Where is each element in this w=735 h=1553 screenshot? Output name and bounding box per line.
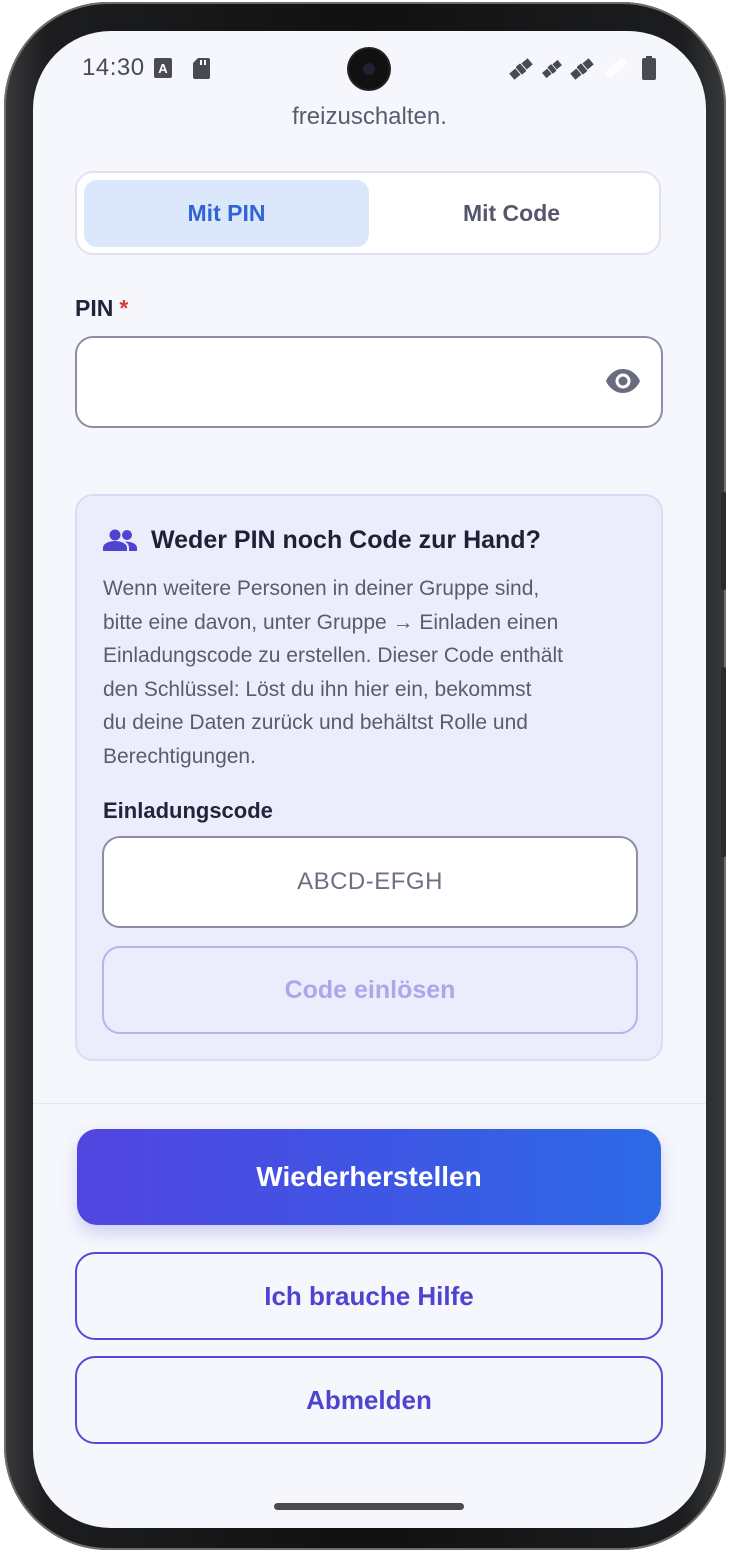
- invite-code-input[interactable]: ABCD-EFGH: [102, 836, 638, 928]
- satellite-off-icon: [605, 58, 627, 78]
- home-indicator[interactable]: [274, 1503, 464, 1510]
- redeem-code-button[interactable]: Code einlösen: [102, 946, 638, 1034]
- tab-mit-pin[interactable]: Mit PIN: [84, 180, 369, 247]
- pin-input[interactable]: [75, 336, 663, 428]
- need-help-button[interactable]: Ich brauche Hilfe: [75, 1252, 663, 1340]
- keyboard-a-icon: A: [154, 58, 172, 78]
- required-marker: *: [119, 295, 129, 321]
- status-bar: 14:30 A: [33, 31, 706, 107]
- battery-icon: [642, 56, 656, 80]
- power-button: [721, 667, 726, 857]
- satellite-icon: [570, 58, 594, 80]
- pin-label-text: PIN: [75, 295, 114, 321]
- screen: 14:30 A freizuschalten. Mit PIN Mit Code…: [33, 31, 706, 1528]
- divider: [33, 1103, 706, 1104]
- help-card-title: Weder PIN noch Code zur Hand?: [151, 526, 541, 554]
- instruction-text-tail: freizuschalten.: [292, 103, 447, 130]
- status-time: 14:30: [82, 54, 145, 81]
- pin-label: PIN *: [75, 295, 128, 322]
- eye-icon[interactable]: [605, 368, 641, 394]
- front-camera: [349, 49, 389, 89]
- help-card-text: Wenn weitere Personen in deiner Gruppe s…: [103, 572, 633, 774]
- volume-button: [721, 492, 726, 590]
- invite-code-label: Einladungscode: [103, 798, 273, 823]
- svg-text:A: A: [158, 61, 168, 76]
- satellite-icon: [509, 58, 533, 80]
- logout-button[interactable]: Abmelden: [75, 1356, 663, 1444]
- help-card: Weder PIN noch Code zur Hand? Wenn weite…: [75, 494, 663, 1061]
- help-text-line: Einladungscode zu erstellen. Dieser Code…: [103, 644, 563, 668]
- satellite-icon: [542, 59, 562, 79]
- group-icon: [103, 529, 137, 551]
- help-text-line: den Schlüssel: Löst du ihn hier ein, bek…: [103, 677, 532, 701]
- help-text-line: du deine Daten zurück und behältst Rolle…: [103, 711, 528, 735]
- help-text-line: Wenn weitere Personen in deiner Gruppe s…: [103, 577, 540, 600]
- help-text-line: Berechtigungen.: [103, 744, 256, 768]
- tab-mit-code[interactable]: Mit Code: [369, 180, 654, 247]
- help-text-line: bitte eine davon, unter Gruppe → Einlade…: [103, 610, 559, 634]
- phone-frame: 14:30 A freizuschalten. Mit PIN Mit Code…: [4, 2, 726, 1550]
- unlock-method-toggle: Mit PIN Mit Code: [75, 171, 661, 255]
- sd-card-icon: [193, 58, 210, 79]
- restore-button[interactable]: Wiederherstellen: [77, 1129, 661, 1225]
